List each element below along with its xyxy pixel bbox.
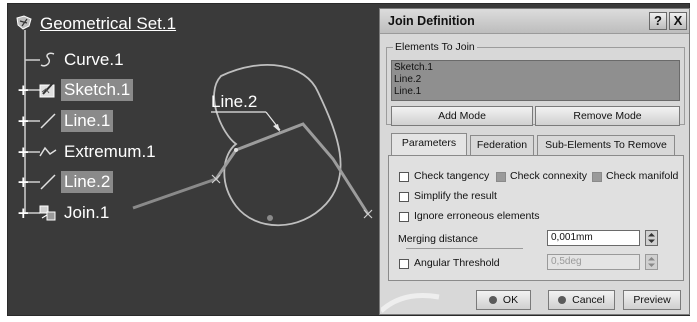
expand-icon[interactable]: + xyxy=(17,83,30,98)
separator xyxy=(406,248,523,249)
tree-node-geometrical-set[interactable]: Geometrical Set.1 xyxy=(15,13,179,35)
tree-label-line-1[interactable]: Line.1 xyxy=(61,110,114,132)
close-button[interactable]: X xyxy=(669,12,687,30)
join-definition-dialog[interactable]: Join Definition ? X Elements To Join Ske… xyxy=(379,8,690,315)
tree-label-extremum[interactable]: Extremum.1 xyxy=(61,141,159,163)
angular-threshold-input[interactable]: 0,5deg xyxy=(547,254,640,270)
cancel-label: Cancel xyxy=(572,294,605,306)
check-connexity-label: Check connexity xyxy=(510,170,588,182)
tree-node-sketch[interactable]: Sketch.1 xyxy=(38,79,134,101)
list-item[interactable]: Line.2 xyxy=(394,74,677,86)
cancel-icon xyxy=(558,296,567,304)
extremum-icon xyxy=(39,146,57,157)
join-icon xyxy=(39,205,56,221)
tree-label-sketch[interactable]: Sketch.1 xyxy=(61,79,134,101)
spinner-arrows-icon xyxy=(648,233,655,243)
ignore-erroneous-label: Ignore erroneous elements xyxy=(414,210,540,222)
merging-distance-label: Merging distance xyxy=(398,233,478,245)
ok-button[interactable]: OK xyxy=(476,290,531,310)
merging-distance-spinner[interactable] xyxy=(645,230,658,246)
tab-sub-elements-to-remove[interactable]: Sub-Elements To Remove xyxy=(537,135,675,155)
check-tangency-checkbox[interactable] xyxy=(399,172,409,182)
expand-icon[interactable]: + xyxy=(17,175,30,190)
tree-label-root[interactable]: Geometrical Set.1 xyxy=(38,13,179,35)
tree-node-join[interactable]: Join.1 xyxy=(38,202,112,224)
dialog-title: Join Definition xyxy=(388,14,475,28)
simplify-checkbox[interactable] xyxy=(399,192,409,202)
tree-node-curve[interactable]: Curve.1 xyxy=(38,49,127,71)
tree-label-curve[interactable]: Curve.1 xyxy=(61,49,127,71)
preview-button[interactable]: Preview xyxy=(623,290,681,310)
geometrical-set-icon xyxy=(16,15,32,30)
list-item[interactable]: Line.1 xyxy=(394,86,677,98)
tab-parameters[interactable]: Parameters xyxy=(391,133,467,156)
elements-group-title: Elements To Join xyxy=(393,41,477,53)
angular-threshold-label: Angular Threshold xyxy=(414,257,500,269)
tree-node-extremum[interactable]: Extremum.1 xyxy=(38,141,159,163)
check-manifold-label: Check manifold xyxy=(606,170,679,182)
add-mode-button[interactable]: Add Mode xyxy=(391,106,533,126)
angular-threshold-checkbox[interactable] xyxy=(399,259,409,269)
tab-federation[interactable]: Federation xyxy=(470,135,534,155)
list-item[interactable]: Sketch.1 xyxy=(394,62,677,74)
tree-node-line-1[interactable]: Line.1 xyxy=(38,110,114,132)
angular-threshold-spinner[interactable] xyxy=(645,254,658,270)
remove-mode-button[interactable]: Remove Mode xyxy=(535,106,680,126)
merging-distance-input[interactable]: 0,001mm xyxy=(547,230,640,246)
tree-node-line-2[interactable]: Line.2 xyxy=(38,171,114,193)
line-icon xyxy=(40,113,56,129)
check-manifold-checkbox[interactable] xyxy=(592,172,602,182)
help-button[interactable]: ? xyxy=(649,12,667,30)
parameters-panel: Check tangency Check connexity Check man… xyxy=(388,155,684,281)
line-icon xyxy=(40,174,56,190)
check-tangency-label: Check tangency xyxy=(414,170,490,182)
dialog-titlebar[interactable]: Join Definition ? X xyxy=(380,9,689,34)
curve-icon xyxy=(40,52,55,67)
elements-list[interactable]: Sketch.1 Line.2 Line.1 xyxy=(391,60,680,101)
sketch-icon xyxy=(39,82,55,98)
expand-icon[interactable]: + xyxy=(17,206,30,221)
expand-icon[interactable]: + xyxy=(17,114,30,129)
specification-tree[interactable]: Geometrical Set.1 Curve.1 + Sketch.1 + L… xyxy=(8,4,218,244)
spinner-arrows-icon xyxy=(648,257,655,267)
tree-label-join[interactable]: Join.1 xyxy=(61,202,112,224)
ok-label: OK xyxy=(502,294,519,306)
expand-icon[interactable]: + xyxy=(17,145,30,160)
check-connexity-checkbox[interactable] xyxy=(496,172,506,182)
ok-icon xyxy=(488,296,497,304)
sketch-geometry xyxy=(214,122,370,215)
simplify-label: Simplify the result xyxy=(414,190,497,202)
cancel-button[interactable]: Cancel xyxy=(548,290,615,310)
ignore-erroneous-checkbox[interactable] xyxy=(399,212,409,222)
tree-label-line-2[interactable]: Line.2 xyxy=(61,171,114,193)
decorative-swoosh-icon xyxy=(381,293,440,313)
